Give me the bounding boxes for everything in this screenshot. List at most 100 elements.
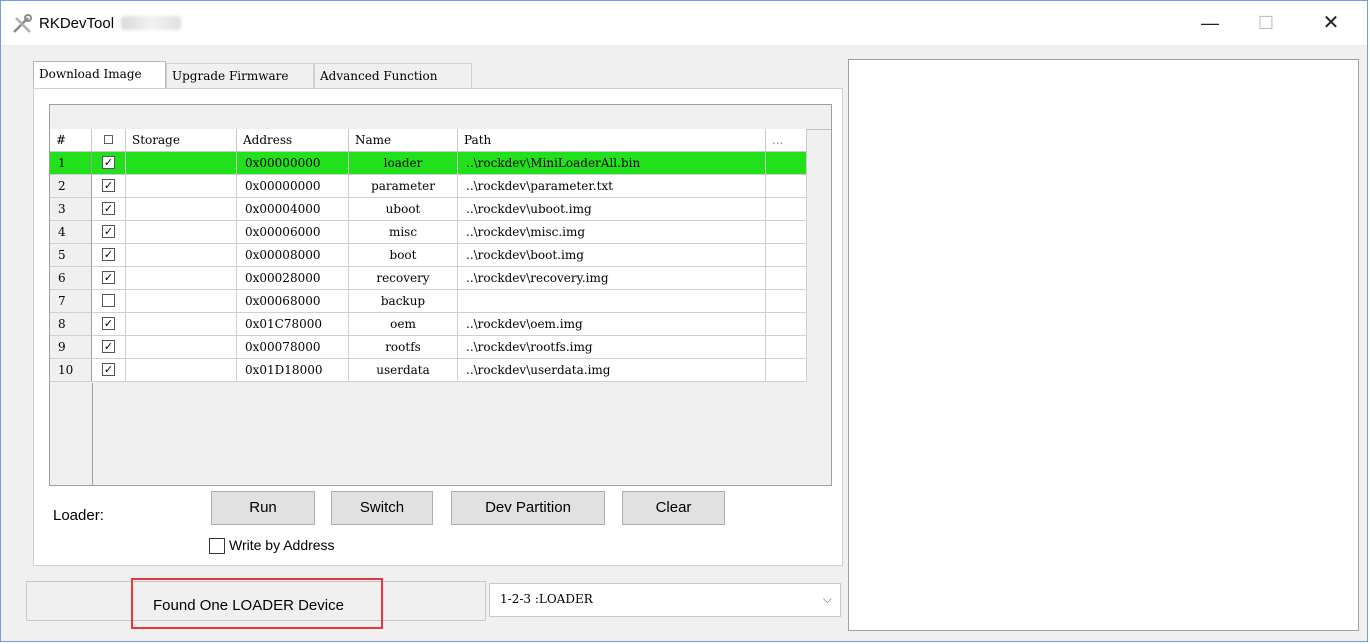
table-topbar xyxy=(50,105,831,130)
write-by-address-checkbox[interactable]: Write by Address xyxy=(209,537,335,555)
row-storage xyxy=(126,244,237,267)
header-name[interactable]: Name xyxy=(349,129,458,152)
loader-label: Loader: xyxy=(53,507,104,524)
row-name: oem xyxy=(349,313,458,336)
row-storage xyxy=(126,175,237,198)
device-select[interactable]: 1-2-3 :LOADER ⌵ xyxy=(489,583,841,617)
row-more[interactable] xyxy=(766,175,807,198)
checkmark-icon[interactable]: ✓ xyxy=(102,156,115,169)
main-window: RKDevTool — ☐ ✕ Download Image Upgrade F… xyxy=(0,0,1368,642)
table-row[interactable]: 1 ✓ 0x00000000 loader ..\rockdev\MiniLoaderA… xyxy=(50,152,807,175)
row-address[interactable]: 0x01D18000 xyxy=(237,359,349,382)
row-address[interactable]: 0x00006000 xyxy=(237,221,349,244)
row-address[interactable]: 0x00078000 xyxy=(237,336,349,359)
row-checkbox[interactable]: ✓ xyxy=(92,313,126,336)
row-path[interactable]: ..\rockdev\uboot.img xyxy=(458,198,766,221)
row-path[interactable]: ..\rockdev\rootfs.img xyxy=(458,336,766,359)
row-more[interactable] xyxy=(766,313,807,336)
maximize-button[interactable]: ☐ xyxy=(1243,1,1289,45)
row-more[interactable] xyxy=(766,244,807,267)
row-checkbox[interactable]: ✓ xyxy=(92,244,126,267)
row-address[interactable]: 0x00004000 xyxy=(237,198,349,221)
checkmark-icon[interactable]: ✓ xyxy=(102,225,115,238)
row-more[interactable] xyxy=(766,221,807,244)
row-address[interactable]: 0x00000000 xyxy=(237,175,349,198)
table-row[interactable]: 5 ✓ 0x00008000 boot ..\rockdev\boot.img xyxy=(50,244,807,267)
row-more[interactable] xyxy=(766,267,807,290)
row-address[interactable]: 0x00008000 xyxy=(237,244,349,267)
header-storage[interactable]: Storage xyxy=(126,129,237,152)
table-row[interactable]: 3 ✓ 0x00004000 uboot ..\rockdev\uboot.img xyxy=(50,198,807,221)
row-more[interactable] xyxy=(766,152,807,175)
row-checkbox[interactable]: ✓ xyxy=(92,198,126,221)
row-checkbox[interactable]: ✓ xyxy=(92,175,126,198)
switch-button[interactable]: Switch xyxy=(331,491,433,525)
row-name: rootfs xyxy=(349,336,458,359)
row-name: parameter xyxy=(349,175,458,198)
table-row[interactable]: 2 ✓ 0x00000000 parameter ..\rockdev\paramete… xyxy=(50,175,807,198)
row-path[interactable] xyxy=(458,290,766,313)
row-num: 7 xyxy=(50,290,92,313)
row-checkbox[interactable]: ✓ xyxy=(92,221,126,244)
row-checkbox[interactable] xyxy=(92,290,126,313)
tab-upgrade-firmware[interactable]: Upgrade Firmware xyxy=(166,63,314,88)
header-select-all[interactable]: ☐ xyxy=(92,129,126,152)
row-num: 1 xyxy=(50,152,92,175)
checkmark-icon[interactable]: ✓ xyxy=(102,179,115,192)
row-checkbox[interactable]: ✓ xyxy=(92,152,126,175)
header-address[interactable]: Address xyxy=(237,129,349,152)
row-more[interactable] xyxy=(766,359,807,382)
write-by-address-label: Write by Address xyxy=(229,537,335,553)
row-path[interactable]: ..\rockdev\recovery.img xyxy=(458,267,766,290)
header-num: # xyxy=(50,129,92,152)
table-row[interactable]: 4 ✓ 0x00006000 misc ..\rockdev\misc.img xyxy=(50,221,807,244)
table-row[interactable]: 10 ✓ 0x01D18000 userdata ..\rockdev\userdata… xyxy=(50,359,807,382)
row-num: 9 xyxy=(50,336,92,359)
table-row[interactable]: 6 ✓ 0x00028000 recovery ..\rockdev\recovery.… xyxy=(50,267,807,290)
row-more[interactable] xyxy=(766,336,807,359)
row-num: 2 xyxy=(50,175,92,198)
row-checkbox[interactable]: ✓ xyxy=(92,336,126,359)
table-row[interactable]: 9 ✓ 0x00078000 rootfs ..\rockdev\rootfs.img xyxy=(50,336,807,359)
row-path[interactable]: ..\rockdev\oem.img xyxy=(458,313,766,336)
table-row[interactable]: 8 ✓ 0x01C78000 oem ..\rockdev\oem.img xyxy=(50,313,807,336)
row-path[interactable]: ..\rockdev\misc.img xyxy=(458,221,766,244)
header-more[interactable]: ... xyxy=(766,129,807,152)
checkbox-empty[interactable] xyxy=(102,294,115,307)
row-path[interactable]: ..\rockdev\MiniLoaderAll.bin xyxy=(458,152,766,175)
checkmark-icon[interactable]: ✓ xyxy=(102,340,115,353)
row-num: 10 xyxy=(50,359,92,382)
row-num: 3 xyxy=(50,198,92,221)
checkmark-icon[interactable]: ✓ xyxy=(102,271,115,284)
minimize-button[interactable]: — xyxy=(1187,1,1233,45)
row-num: 8 xyxy=(50,313,92,336)
log-pane[interactable] xyxy=(848,59,1359,631)
row-path[interactable]: ..\rockdev\userdata.img xyxy=(458,359,766,382)
clear-button[interactable]: Clear xyxy=(622,491,725,525)
checkmark-icon[interactable]: ✓ xyxy=(102,202,115,215)
table-row[interactable]: 7 0x00068000 backup xyxy=(50,290,807,313)
checkmark-icon[interactable]: ✓ xyxy=(102,248,115,261)
row-address[interactable]: 0x00068000 xyxy=(237,290,349,313)
header-path[interactable]: Path xyxy=(458,129,766,152)
tab-advanced-function[interactable]: Advanced Function xyxy=(314,63,472,88)
row-more[interactable] xyxy=(766,290,807,313)
row-checkbox[interactable]: ✓ xyxy=(92,267,126,290)
checkmark-icon[interactable]: ✓ xyxy=(102,317,115,330)
checkmark-icon[interactable]: ✓ xyxy=(102,363,115,376)
row-checkbox[interactable]: ✓ xyxy=(92,359,126,382)
close-button[interactable]: ✕ xyxy=(1308,1,1354,45)
row-more[interactable] xyxy=(766,198,807,221)
row-address[interactable]: 0x01C78000 xyxy=(237,313,349,336)
tab-download-image[interactable]: Download Image xyxy=(33,61,166,88)
dev-partition-button[interactable]: Dev Partition xyxy=(451,491,605,525)
checkbox-box[interactable] xyxy=(209,538,225,555)
row-address[interactable]: 0x00028000 xyxy=(237,267,349,290)
row-num: 4 xyxy=(50,221,92,244)
row-address[interactable]: 0x00000000 xyxy=(237,152,349,175)
row-storage xyxy=(126,152,237,175)
row-path[interactable]: ..\rockdev\parameter.txt xyxy=(458,175,766,198)
chevron-down-icon[interactable]: ⌵ xyxy=(823,584,832,614)
row-path[interactable]: ..\rockdev\boot.img xyxy=(458,244,766,267)
run-button[interactable]: Run xyxy=(211,491,315,525)
